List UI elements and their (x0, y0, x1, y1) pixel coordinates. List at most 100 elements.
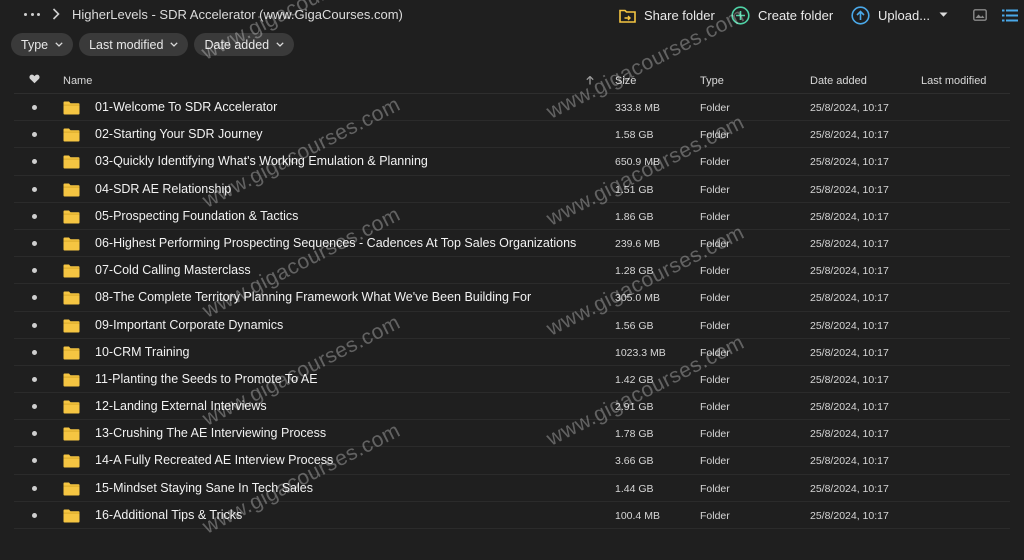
table-row[interactable]: 13-Crushing The AE Interviewing Process 1… (14, 420, 1010, 448)
share-folder-icon (619, 9, 636, 23)
folder-icon (63, 346, 80, 360)
table-row[interactable]: 05-Prospecting Foundation & Tactics 1.86 … (14, 203, 1010, 230)
type-filter-label: Type (21, 37, 49, 52)
filter-bar: Type Last modified Date added (11, 33, 295, 56)
folder-icon (63, 210, 80, 224)
sort-arrow-icon[interactable] (586, 75, 594, 88)
row-date-added: 25/8/2024, 10:17 (810, 373, 889, 386)
row-size: 1.28 GB (615, 265, 654, 278)
row-name: 09-Important Corporate Dynamics (95, 317, 284, 332)
row-name: 11-Planting the Seeds to Promote To AE (95, 371, 318, 386)
row-size: 2.91 GB (615, 401, 654, 414)
row-status-dot (32, 213, 37, 219)
row-size: 1.44 GB (615, 482, 654, 495)
row-status-dot (32, 240, 37, 246)
row-type: Folder (700, 183, 730, 196)
row-type: Folder (700, 237, 730, 250)
last-modified-column-header[interactable]: Last modified (921, 75, 986, 87)
chevron-down-icon (276, 42, 284, 47)
row-name: 04-SDR AE Relationship (95, 181, 232, 196)
row-date-added: 25/8/2024, 10:17 (810, 482, 889, 495)
upload-button[interactable]: Upload... (851, 4, 948, 26)
row-size: 1.56 GB (615, 319, 654, 332)
table-row[interactable]: 16-Additional Tips & Tricks 100.4 MB Folde… (14, 502, 1010, 529)
table-row[interactable]: 08-The Complete Territory Planning Frame… (14, 284, 1010, 312)
table-row[interactable]: 14-A Fully Recreated AE Interview Proces… (14, 447, 1010, 475)
row-size: 1.42 GB (615, 373, 654, 386)
thumbnail-view-icon[interactable] (972, 7, 988, 23)
table-row[interactable]: 04-SDR AE Relationship 1.51 GB Folder 25/8/… (14, 176, 1010, 203)
row-date-added: 25/8/2024, 10:17 (810, 346, 889, 359)
row-status-dot (32, 512, 37, 518)
row-type: Folder (700, 401, 730, 414)
row-size: 333.8 MB (615, 102, 660, 114)
table-row[interactable]: 10-CRM Training 1023.3 MB Folder 25/8/2024,… (14, 339, 1010, 366)
row-name: 16-Additional Tips & Tricks (95, 507, 243, 522)
row-date-added: 25/8/2024, 10:17 (810, 401, 889, 414)
size-column-header[interactable]: Size (615, 75, 636, 87)
table-row[interactable]: 03-Quickly Identifying What's Working Em… (14, 148, 1010, 176)
more-options-icon[interactable] (24, 7, 40, 21)
file-table: Name Size Type Date added Last modified … (14, 66, 1010, 529)
folder-icon (63, 319, 80, 332)
row-type: Folder (700, 509, 730, 522)
row-date-added: 25/8/2024, 10:17 (810, 183, 889, 196)
row-size: 3.66 GB (615, 455, 654, 468)
table-row[interactable]: 15-Mindset Staying Sane In Tech Sales 1.4… (14, 475, 1010, 502)
folder-icon (63, 427, 80, 441)
row-name: 01-Welcome To SDR Accelerator (95, 100, 278, 114)
table-row[interactable]: 06-Highest Performing Prospecting Sequen… (14, 230, 1010, 258)
row-type: Folder (700, 292, 730, 305)
row-status-dot (32, 268, 37, 274)
row-type: Folder (700, 455, 730, 468)
row-date-added: 25/8/2024, 10:17 (810, 156, 889, 169)
row-status-dot (32, 186, 37, 192)
row-status-dot (32, 295, 37, 301)
breadcrumb-current-folder[interactable]: HigherLevels - SDR Accelerator (www.Giga… (72, 7, 403, 22)
row-status-dot (32, 322, 37, 328)
row-type: Folder (700, 156, 730, 169)
date-added-filter-chip[interactable]: Date added (194, 33, 295, 56)
top-bar: HigherLevels - SDR Accelerator (www.Giga… (0, 0, 1024, 30)
table-row[interactable]: 07-Cold Calling Masterclass 1.28 GB Folder… (14, 257, 1010, 285)
type-column-header[interactable]: Type (700, 75, 724, 87)
row-date-added: 25/8/2024, 10:17 (810, 237, 889, 250)
row-name: 15-Mindset Staying Sane In Tech Sales (95, 480, 313, 495)
row-size: 1.51 GB (615, 183, 654, 196)
table-row[interactable]: 01-Welcome To SDR Accelerator 333.8 MB Fol… (14, 94, 1010, 122)
upload-label: Upload... (878, 7, 931, 23)
row-type: Folder (700, 210, 730, 223)
row-status-dot (32, 485, 37, 491)
row-type: Folder (700, 346, 730, 359)
table-row[interactable]: 02-Starting Your SDR Journey 1.58 GB Folde… (14, 121, 1010, 149)
row-name: 12-Landing External Interviews (95, 399, 267, 414)
type-filter-chip[interactable]: Type (11, 33, 74, 56)
share-folder-label: Share folder (644, 7, 715, 23)
row-name: 03-Quickly Identifying What's Working Em… (95, 154, 428, 169)
plus-circle-icon (731, 5, 750, 25)
row-status-dot (32, 132, 37, 138)
table-row[interactable]: 09-Important Corporate Dynamics 1.56 GB Fo… (14, 312, 1010, 339)
last-modified-filter-chip[interactable]: Last modified (79, 33, 189, 56)
folder-icon (63, 183, 80, 197)
table-row[interactable]: 11-Planting the Seeds to Promote To AE 1.… (14, 366, 1010, 394)
row-type: Folder (700, 102, 730, 114)
create-folder-button[interactable]: Create folder (731, 4, 833, 26)
share-folder-button[interactable]: Share folder (619, 4, 715, 26)
row-status-dot (32, 404, 37, 410)
table-row[interactable]: 12-Landing External Interviews 2.91 GB Fol… (14, 393, 1010, 421)
date-added-column-header[interactable]: Date added (810, 75, 867, 87)
row-status-dot (32, 349, 37, 355)
upload-circle-icon (851, 5, 870, 25)
row-size: 305.0 MB (615, 292, 660, 305)
list-view-icon[interactable] (1002, 7, 1018, 23)
row-name: 14-A Fully Recreated AE Interview Proces… (95, 453, 334, 468)
folder-icon (63, 482, 80, 496)
folder-icon (63, 155, 80, 169)
row-status-dot (32, 458, 37, 464)
row-name: 10-CRM Training (95, 344, 190, 359)
row-date-added: 25/8/2024, 10:17 (810, 455, 889, 468)
folder-icon (63, 373, 80, 387)
favourite-column-header[interactable] (29, 74, 40, 87)
name-column-header[interactable]: Name (63, 75, 92, 87)
